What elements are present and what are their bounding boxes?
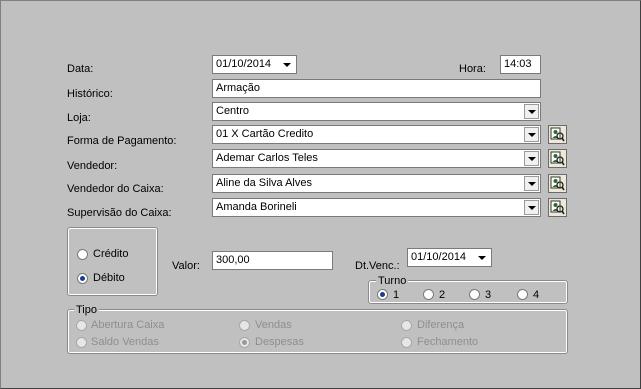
search-user-icon bbox=[550, 127, 565, 142]
tipo-label-abertura-caixa: Abertura Caixa bbox=[91, 319, 165, 331]
credito-label: Crédito bbox=[93, 248, 129, 260]
loja-value: Centro bbox=[216, 105, 250, 117]
turno-title: Turno bbox=[376, 275, 409, 287]
debito-label: Débito bbox=[93, 272, 125, 284]
turno-radio-4[interactable] bbox=[517, 289, 528, 300]
dtvenc-date-picker[interactable]: 01/10/2014 bbox=[407, 248, 492, 267]
data-date-value: 01/10/2014 bbox=[216, 58, 272, 70]
chevron-down-icon[interactable] bbox=[524, 104, 539, 119]
hora-value: 14:03 bbox=[504, 58, 532, 70]
tipo-radio-diferenca[interactable] bbox=[401, 320, 412, 331]
turno-label-2: 2 bbox=[439, 289, 446, 301]
vendedor-caixa-label: Vendedor do Caixa: bbox=[67, 183, 164, 195]
search-user-icon bbox=[550, 176, 565, 191]
turno-label-1: 1 bbox=[393, 289, 400, 301]
chevron-down-icon[interactable] bbox=[524, 127, 539, 142]
chevron-down-icon[interactable] bbox=[283, 63, 291, 67]
tipo-title: Tipo bbox=[74, 304, 99, 316]
turno-radio-1[interactable] bbox=[377, 289, 388, 300]
tipo-radio-saldo-vendas[interactable] bbox=[76, 337, 87, 348]
tipo-radio-vendas[interactable] bbox=[239, 320, 250, 331]
valor-input[interactable]: 300,00 bbox=[212, 251, 333, 270]
dtvenc-label: Dt.Venc.: bbox=[355, 260, 400, 272]
search-user-icon bbox=[550, 200, 565, 215]
chevron-down-icon[interactable] bbox=[478, 256, 486, 260]
vendedor-caixa-value: Aline da Silva Alves bbox=[216, 177, 312, 189]
vendedor-lookup-button[interactable] bbox=[548, 149, 567, 168]
tipo-label-despesas: Despesas bbox=[255, 336, 304, 348]
loja-select[interactable]: Centro bbox=[212, 102, 541, 121]
hora-label: Hora: bbox=[459, 63, 486, 75]
vendedor-select[interactable]: Ademar Carlos Teles bbox=[212, 149, 541, 168]
vendedor-caixa-select[interactable]: Aline da Silva Alves bbox=[212, 174, 541, 193]
hora-input[interactable]: 14:03 bbox=[500, 55, 541, 74]
data-label: Data: bbox=[67, 63, 94, 75]
tipo-label-fechamento: Fechamento bbox=[417, 336, 479, 348]
form-window: Data: 01/10/2014 Hora: 14:03 Histórico: … bbox=[0, 0, 641, 389]
supervisao-caixa-lookup-button[interactable] bbox=[548, 198, 567, 217]
chevron-down-icon[interactable] bbox=[524, 151, 539, 166]
turno-label-4: 4 bbox=[533, 289, 540, 301]
vendedor-value: Ademar Carlos Teles bbox=[216, 152, 318, 164]
valor-value: 300,00 bbox=[216, 254, 250, 266]
historico-value: Armação bbox=[216, 82, 261, 94]
chevron-down-icon[interactable] bbox=[524, 176, 539, 191]
turno-radio-3[interactable] bbox=[469, 289, 480, 300]
tipo-radio-fechamento[interactable] bbox=[401, 337, 412, 348]
tipo-radio-abertura-caixa[interactable] bbox=[76, 320, 87, 331]
chevron-down-icon[interactable] bbox=[524, 200, 539, 215]
credito-debito-group bbox=[67, 227, 158, 296]
supervisao-caixa-label: Supervisão do Caixa: bbox=[67, 207, 172, 219]
loja-label: Loja: bbox=[67, 112, 91, 124]
turno-radio-2[interactable] bbox=[423, 289, 434, 300]
valor-label: Valor: bbox=[172, 260, 200, 272]
data-date-picker[interactable]: 01/10/2014 bbox=[212, 55, 297, 74]
tipo-radio-despesas[interactable] bbox=[239, 337, 250, 348]
tipo-label-diferenca: Diferença bbox=[417, 319, 465, 331]
tipo-label-vendas: Vendas bbox=[255, 319, 292, 331]
debito-radio[interactable] bbox=[77, 273, 88, 284]
forma-pagamento-lookup-button[interactable] bbox=[548, 125, 567, 144]
vendedor-caixa-lookup-button[interactable] bbox=[548, 174, 567, 193]
vendedor-label: Vendedor: bbox=[67, 160, 118, 172]
supervisao-caixa-select[interactable]: Amanda Borineli bbox=[212, 198, 541, 217]
historico-label: Histórico: bbox=[67, 88, 113, 100]
supervisao-caixa-value: Amanda Borineli bbox=[216, 201, 297, 213]
dtvenc-value: 01/10/2014 bbox=[411, 251, 467, 263]
credito-radio[interactable] bbox=[77, 249, 88, 260]
historico-input[interactable]: Armação bbox=[212, 79, 541, 98]
turno-label-3: 3 bbox=[485, 289, 492, 301]
search-user-icon bbox=[550, 151, 565, 166]
forma-pagamento-select[interactable]: 01 X Cartão Credito bbox=[212, 125, 541, 144]
forma-pagamento-value: 01 X Cartão Credito bbox=[216, 128, 314, 140]
forma-pagamento-label: Forma de Pagamento: bbox=[67, 135, 177, 147]
tipo-label-saldo-vendas: Saldo Vendas bbox=[91, 336, 159, 348]
